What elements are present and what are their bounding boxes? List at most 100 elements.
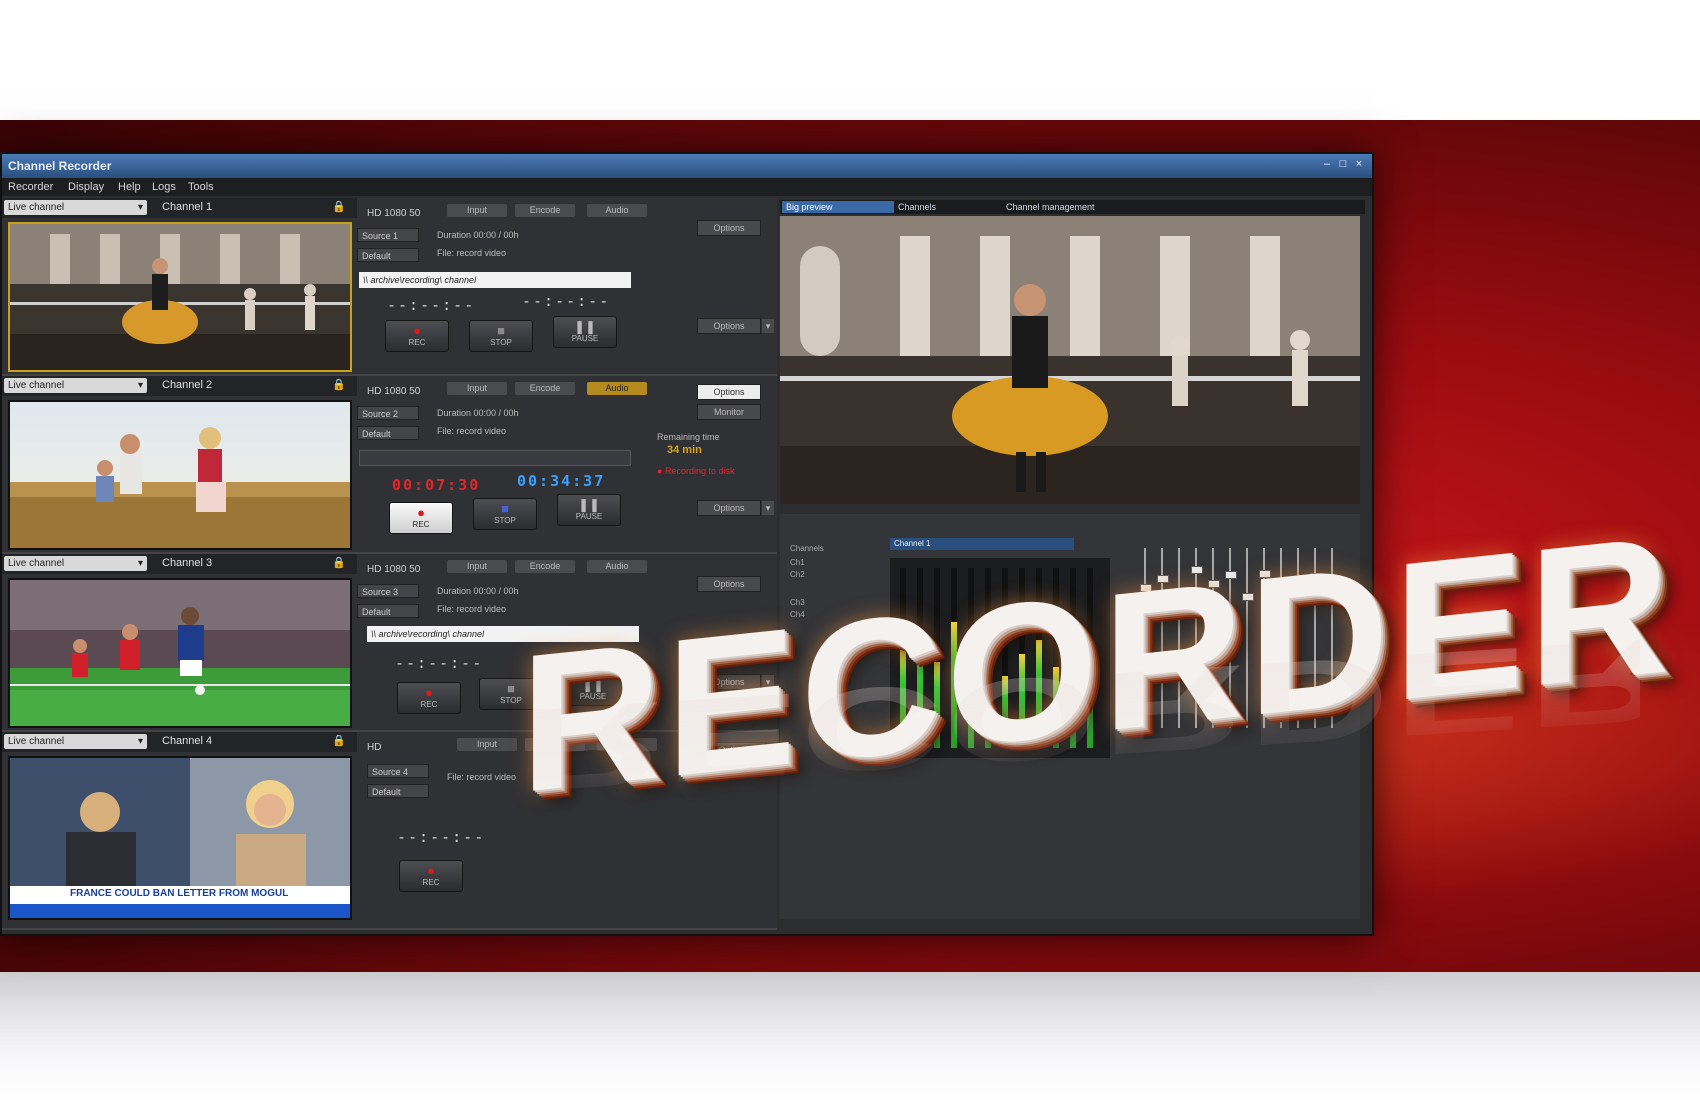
tab-encode[interactable]: Encode: [515, 560, 575, 573]
channel-controls: HD 1080 50 Input Encode Audio Source 2 D…: [357, 376, 777, 552]
preset-dropdown[interactable]: Default: [357, 604, 419, 618]
tab-channel-management[interactable]: Channel management: [1002, 201, 1116, 213]
info-line: File: record video: [437, 248, 507, 258]
channel-name: Channel 1: [162, 201, 213, 213]
channel-video-thumbnail[interactable]: FRANCE COULD BAN LETTER FROM MOGUL: [8, 756, 352, 920]
record-button[interactable]: ● REC: [399, 860, 463, 892]
dance-studio-preview: [780, 216, 1360, 504]
stop-icon: ■: [497, 323, 505, 338]
channel-name: Channel 3: [162, 557, 213, 569]
lock-icon[interactable]: 🔒: [332, 200, 346, 213]
channel-header: Live channel Channel 2 🔒: [2, 376, 357, 396]
monitor-button[interactable]: Monitor: [697, 404, 761, 420]
elapsed-timecode: 00:07:30: [392, 476, 481, 494]
dance-studio-thumbnail: [10, 224, 350, 370]
channel-controls: HD 1080 50 Input Encode Audio Source 1 D…: [357, 198, 777, 374]
tab-input[interactable]: Input: [447, 560, 507, 573]
stop-button[interactable]: ■ STOP: [473, 498, 537, 530]
mixer-output-select[interactable]: Channel 1: [890, 538, 1074, 550]
remaining-label: Remaining time: [657, 432, 720, 442]
big-preview-video[interactable]: [780, 216, 1360, 504]
format-label: HD: [367, 742, 382, 753]
options-button[interactable]: Options: [697, 220, 761, 236]
maximize-button[interactable]: □: [1336, 158, 1350, 170]
tab-input[interactable]: Input: [457, 738, 517, 751]
menu-bar: Recorder Display Help Logs Tools: [2, 178, 1372, 196]
channel-name: Channel 4: [162, 735, 213, 747]
lock-icon[interactable]: 🔒: [332, 556, 346, 569]
file-path-input[interactable]: \\ archive\recording\ channel: [359, 272, 631, 288]
menu-recorder[interactable]: Recorder: [8, 181, 53, 193]
tab-audio[interactable]: Audio: [587, 560, 647, 573]
pause-icon: ❚❚: [578, 497, 600, 512]
elapsed-timecode: --:--:--: [395, 654, 484, 672]
mixer-label: Ch2: [790, 570, 805, 579]
options-dropdown-button[interactable]: Options: [697, 318, 774, 334]
file-path-input[interactable]: [359, 450, 631, 466]
lock-icon[interactable]: 🔒: [332, 734, 346, 747]
remaining-timecode: --:--:--: [522, 292, 611, 310]
lock-icon[interactable]: 🔒: [332, 378, 346, 391]
reflective-floor: [0, 972, 1700, 1100]
minimize-button[interactable]: –: [1320, 158, 1334, 170]
menu-tools[interactable]: Tools: [188, 181, 214, 193]
pause-button[interactable]: ❚❚ PAUSE: [557, 494, 621, 526]
tab-big-preview[interactable]: Big preview: [782, 201, 894, 213]
mixer-label: Ch1: [790, 558, 805, 567]
window-title: Channel Recorder: [8, 159, 112, 173]
source-dropdown[interactable]: Source 2: [357, 406, 419, 420]
options-dropdown-button[interactable]: Options: [697, 500, 774, 516]
preset-dropdown[interactable]: Default: [357, 248, 419, 262]
preset-dropdown[interactable]: Default: [367, 784, 429, 798]
tab-input[interactable]: Input: [447, 382, 507, 395]
stop-icon: ■: [501, 501, 509, 516]
record-icon: ●: [413, 323, 421, 338]
preset-dropdown[interactable]: Default: [357, 426, 419, 440]
info-line: File: record video: [437, 426, 507, 436]
channel-name: Channel 2: [162, 379, 213, 391]
pause-icon: ❚❚: [574, 319, 596, 334]
record-icon: ●: [417, 505, 425, 520]
tab-audio[interactable]: Audio: [587, 382, 647, 395]
status-dot-icon: ●: [657, 466, 663, 476]
channel-video-thumbnail[interactable]: [8, 578, 352, 728]
remaining-timecode: 00:34:37: [517, 472, 606, 490]
record-button[interactable]: ● REC: [397, 682, 461, 714]
menu-help[interactable]: Help: [118, 181, 141, 193]
close-button[interactable]: ×: [1352, 158, 1366, 170]
news-ticker-text: FRANCE COULD BAN LETTER FROM MOGUL: [70, 888, 289, 899]
pause-button[interactable]: ❚❚ PAUSE: [553, 316, 617, 348]
record-icon: ●: [427, 863, 435, 878]
menu-logs[interactable]: Logs: [152, 181, 176, 193]
channel-video-thumbnail[interactable]: [8, 222, 352, 372]
info-line: Duration 00:00 / 00h: [437, 230, 519, 240]
stop-button[interactable]: ■ STOP: [469, 320, 533, 352]
mixer-label: Channels: [790, 544, 824, 553]
channel-strip-2: Live channel Channel 2 🔒 HD 1080 50 Inpu…: [2, 376, 777, 554]
source-select[interactable]: Live channel: [4, 200, 147, 215]
tab-encode[interactable]: Encode: [515, 204, 575, 217]
format-label: HD 1080 50: [367, 208, 421, 219]
format-label: HD 1080 50: [367, 386, 421, 397]
source-dropdown[interactable]: Source 4: [367, 764, 429, 778]
recording-status: ● Recording to disk: [657, 466, 735, 476]
channel-header: Live channel Channel 4 🔒: [2, 732, 357, 752]
elapsed-timecode: --:--:--: [397, 828, 486, 846]
tab-audio[interactable]: Audio: [587, 204, 647, 217]
tab-channels[interactable]: Channels: [894, 201, 998, 213]
record-button[interactable]: ● REC: [385, 320, 449, 352]
tab-encode[interactable]: Encode: [515, 382, 575, 395]
info-line: Duration 00:00 / 00h: [437, 408, 519, 418]
record-button[interactable]: ● REC: [389, 502, 453, 534]
tab-input[interactable]: Input: [447, 204, 507, 217]
source-select[interactable]: Live channel: [4, 378, 147, 393]
menu-display[interactable]: Display: [68, 181, 104, 193]
channel-video-thumbnail[interactable]: [8, 400, 352, 550]
info-line: Duration 00:00 / 00h: [437, 586, 519, 596]
source-dropdown[interactable]: Source 1: [357, 228, 419, 242]
source-dropdown[interactable]: Source 3: [357, 584, 419, 598]
options-button[interactable]: Options: [697, 384, 761, 400]
source-select[interactable]: Live channel: [4, 734, 147, 749]
record-icon: ●: [425, 685, 433, 700]
source-select[interactable]: Live channel: [4, 556, 147, 571]
